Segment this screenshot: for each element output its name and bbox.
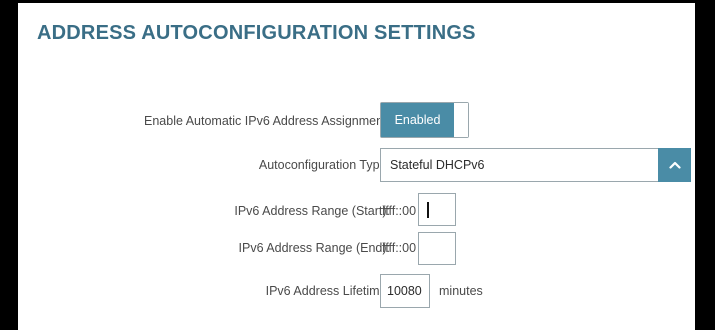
autoconfig-type-value: Stateful DHCPv6 (390, 158, 485, 172)
range-start-prefix: ffff::00 (382, 204, 417, 218)
dropdown-toggle-button[interactable] (658, 148, 691, 182)
lifetime-value: 10080 (387, 284, 422, 298)
range-end-input[interactable] (418, 232, 456, 265)
lifetime-input[interactable]: 10080 (380, 274, 430, 308)
auto-assign-label: Enable Automatic IPv6 Address Assignment… (144, 114, 390, 128)
text-cursor (427, 202, 429, 218)
section-title: ADDRESS AUTOCONFIGURATION SETTINGS (37, 22, 476, 44)
range-end-label: IPv6 Address Range (End): (238, 241, 390, 255)
toggle-enabled-label: Enabled (381, 103, 454, 137)
autoconfig-type-select[interactable]: Stateful DHCPv6 (380, 148, 691, 182)
lifetime-unit: minutes (439, 284, 483, 298)
chevron-up-icon (668, 161, 681, 169)
range-start-label: IPv6 Address Range (Start): (234, 204, 390, 218)
lifetime-label: IPv6 Address Lifetime: (265, 284, 390, 298)
range-start-input[interactable] (418, 193, 456, 226)
toggle-knob (454, 103, 468, 137)
settings-panel: ADDRESS AUTOCONFIGURATION SETTINGS Enabl… (18, 3, 695, 330)
autoconfig-type-label: Autoconfiguration Type: (258, 158, 390, 172)
auto-assign-toggle[interactable]: Enabled (380, 102, 469, 138)
range-end-prefix: ffff::00 (382, 241, 417, 255)
